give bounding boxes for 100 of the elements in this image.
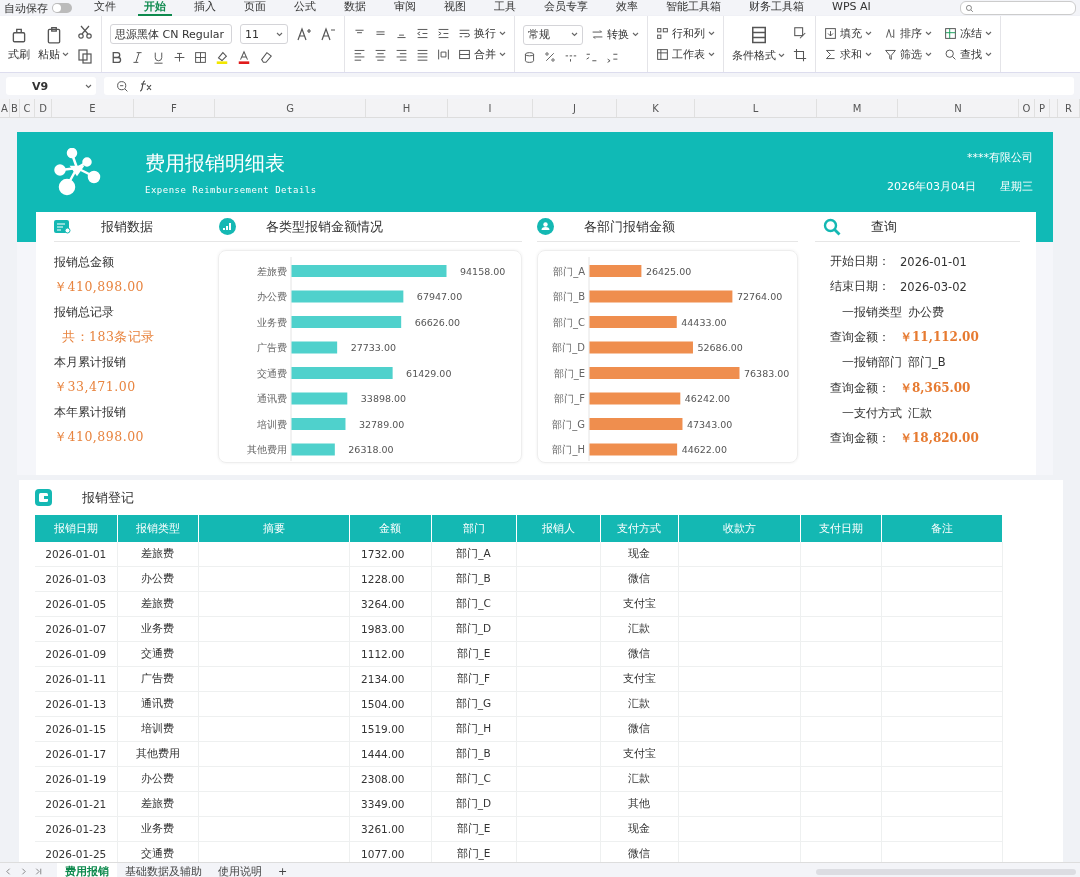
table-cell: 3349.00 [361, 798, 405, 810]
strikethrough-icon[interactable] [173, 50, 186, 64]
menu-tab[interactable]: 文件 [88, 0, 122, 16]
merge-button[interactable]: 合并 [458, 47, 506, 62]
column-header[interactable]: O [1019, 99, 1035, 117]
column-header[interactable]: M [817, 99, 898, 117]
menu-tab[interactable]: 财务工具箱 [743, 0, 810, 16]
menu-tab[interactable]: 工具 [488, 0, 522, 16]
zoom-icon[interactable] [116, 79, 129, 93]
copy-icon[interactable] [77, 48, 93, 64]
font-color-icon[interactable] [237, 50, 251, 64]
filter-button[interactable]: 筛选 [884, 47, 932, 62]
column-header[interactable]: E [52, 99, 134, 117]
column-header[interactable]: C [20, 99, 35, 117]
fill-icon[interactable] [824, 27, 837, 40]
column-header[interactable]: B [10, 99, 20, 117]
convert-button[interactable]: 转换 [591, 27, 639, 42]
column-header[interactable]: J [533, 99, 617, 117]
filter-icon[interactable] [884, 48, 897, 61]
menu-tab[interactable]: WPS AI [826, 0, 877, 16]
value-label: 67947.00 [416, 291, 463, 302]
scissors-icon[interactable] [77, 24, 93, 40]
menu-tab[interactable]: 审阅 [388, 0, 422, 16]
convert-icon[interactable] [591, 28, 604, 41]
format-painter-button[interactable]: 式刷 [8, 26, 30, 62]
indent-icon[interactable] [437, 27, 450, 40]
wrap-text-button[interactable]: 换行 [458, 26, 506, 41]
rows-columns-button[interactable]: 行和列 [656, 26, 715, 41]
worksheet-button[interactable]: 工作表 [656, 47, 715, 62]
search-icon[interactable] [965, 3, 974, 13]
formula-field[interactable] [104, 77, 1074, 95]
freeze-icon[interactable] [944, 27, 957, 40]
sheet-tab[interactable]: 基础数据及辅助 [117, 863, 210, 877]
bold-icon[interactable] [110, 50, 123, 64]
font-dropdown[interactable]: 思源黑体 CN Regular [110, 24, 232, 44]
column-header[interactable]: H [366, 99, 448, 117]
add-sheet-button[interactable]: + [270, 863, 296, 877]
eraser-icon[interactable] [259, 50, 273, 64]
query-label: 一支付方式 [841, 405, 902, 421]
conditional-format-button[interactable]: 条件格式 [732, 25, 785, 63]
column-header[interactable]: P [1035, 99, 1050, 117]
fill-color-icon[interactable] [215, 50, 229, 64]
align-left-icon[interactable] [353, 48, 366, 61]
column-header[interactable]: N [898, 99, 1019, 117]
sheet-tab[interactable]: 使用说明 [210, 863, 270, 877]
merge-icon[interactable] [458, 48, 471, 61]
font-size-dropdown[interactable]: 11 [240, 24, 288, 44]
column-header[interactable]: A [0, 99, 10, 117]
search-field[interactable] [960, 1, 1076, 15]
section-title: 各类型报销金额情况 [266, 217, 383, 236]
align-right-icon[interactable] [395, 48, 408, 61]
underline-icon[interactable] [152, 50, 165, 64]
menu-tab[interactable]: 视图 [438, 0, 472, 16]
column-header[interactable]: F [134, 99, 215, 117]
rows-columns-icon[interactable] [656, 27, 669, 40]
name-box[interactable]: V9 [6, 77, 96, 95]
column-header[interactable]: K [617, 99, 695, 117]
outdent-icon[interactable] [416, 27, 429, 40]
worksheet-icon[interactable] [656, 48, 669, 61]
database-icon[interactable] [523, 50, 536, 64]
paste-button[interactable]: 粘贴 [38, 26, 69, 62]
menu-tab[interactable]: 插入 [188, 0, 222, 16]
number-format-dropdown[interactable]: 常规 [523, 24, 583, 45]
find-button[interactable]: 查找 [944, 47, 992, 62]
menu-tab[interactable]: 页面 [238, 0, 272, 16]
wrap-icon[interactable] [458, 27, 471, 40]
table-cell: 办公费 [141, 572, 174, 584]
crop-icon[interactable] [793, 48, 807, 62]
borders-icon[interactable] [194, 50, 207, 64]
column-header[interactable]: G [215, 99, 366, 117]
distribute-icon[interactable] [437, 48, 450, 61]
menu-tab[interactable]: 效率 [610, 0, 644, 16]
column-header[interactable]: R [1058, 99, 1080, 117]
justify-icon[interactable] [416, 48, 429, 61]
table-cell: 差旅费 [141, 547, 174, 559]
autosave-toggle[interactable] [52, 3, 72, 13]
menu-tab[interactable]: 智能工具箱 [660, 0, 727, 16]
cell-style-icon[interactable] [793, 26, 807, 40]
fill-button[interactable]: 填充 [824, 26, 872, 41]
grow-font-icon[interactable] [296, 26, 312, 42]
percent-icon[interactable] [544, 51, 556, 63]
column-header[interactable]: I [448, 99, 533, 117]
table-cell: 部门_A [456, 547, 491, 559]
sort-button[interactable]: 排序 [884, 26, 932, 41]
freeze-button[interactable]: 冻结 [944, 26, 992, 41]
function-icon [139, 80, 153, 92]
italic-icon[interactable] [131, 50, 144, 64]
table-cell: 现金 [628, 547, 650, 559]
column-header[interactable]: D [35, 99, 52, 117]
align-center-icon[interactable] [374, 48, 387, 61]
search-icon[interactable] [944, 48, 957, 61]
sum-icon[interactable] [824, 48, 837, 61]
sum-button[interactable]: 求和 [824, 47, 872, 62]
menu-tab[interactable]: 数据 [338, 0, 372, 16]
column-header: 部门 [431, 515, 516, 542]
menu-tab[interactable]: 公式 [288, 0, 322, 16]
column-header[interactable]: L [695, 99, 817, 117]
shrink-font-icon[interactable] [320, 26, 336, 42]
menu-tab[interactable]: 会员专享 [538, 0, 594, 16]
sheet-tab[interactable]: 费用报销 [57, 863, 117, 877]
